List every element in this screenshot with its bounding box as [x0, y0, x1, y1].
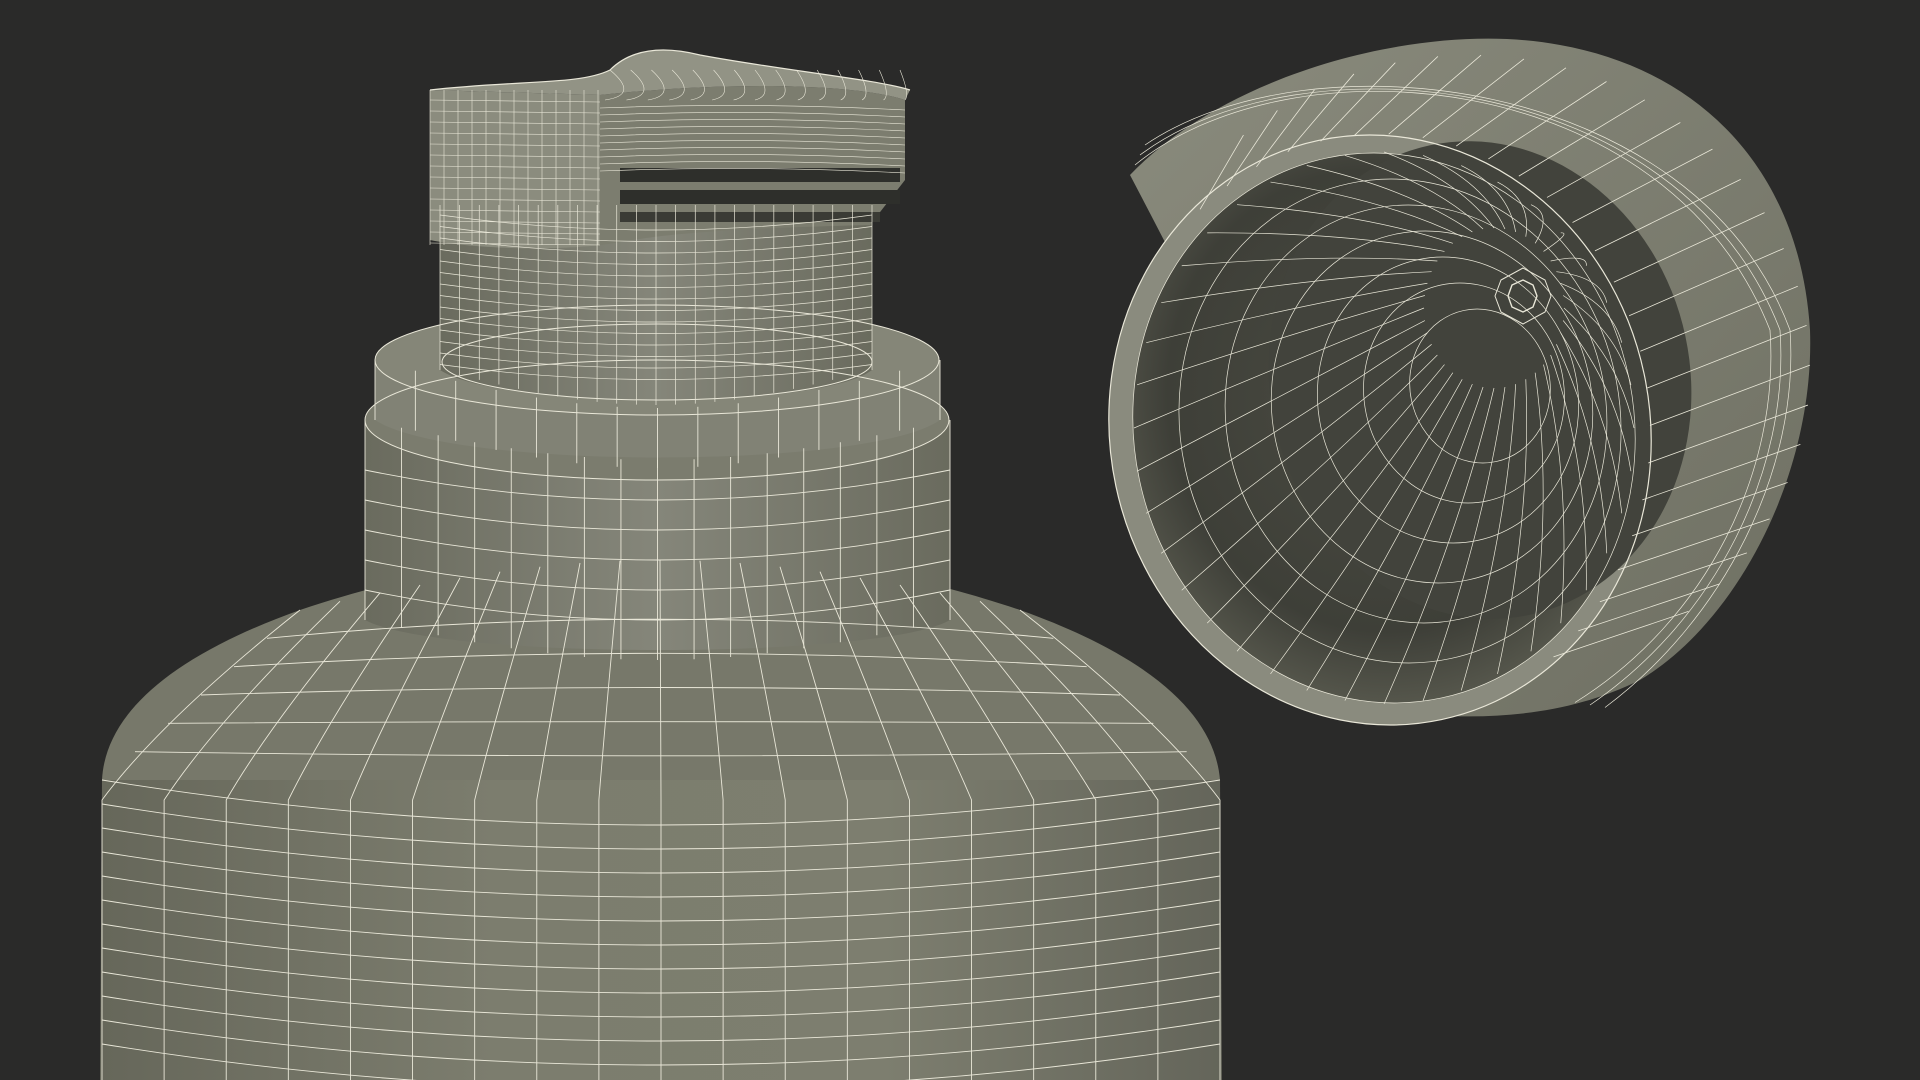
- removed-cap: [1108, 38, 1811, 725]
- wireframe-render-viewport: [100, 38, 1811, 1080]
